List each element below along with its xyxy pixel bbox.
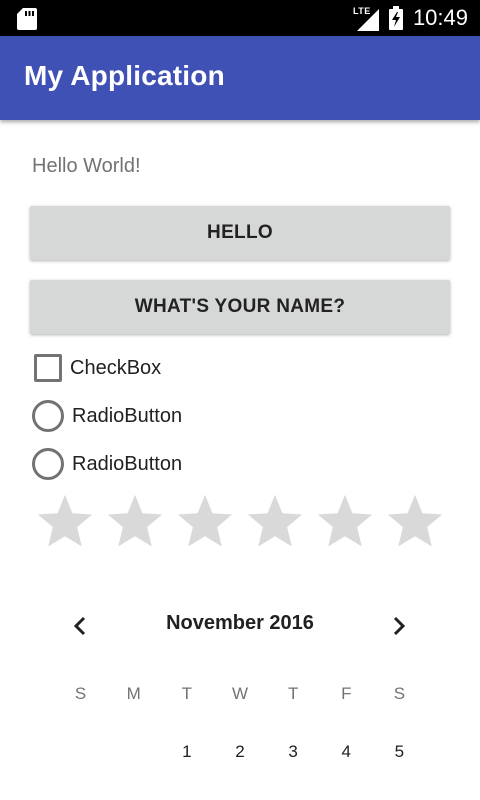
checkbox[interactable]: CheckBox xyxy=(32,352,161,384)
app-title: My Application xyxy=(24,60,225,91)
status-bar: LTE 10:49 xyxy=(0,0,480,36)
star-empty-icon xyxy=(247,494,303,547)
previous-month-button[interactable] xyxy=(64,610,96,642)
radio-unchecked-icon[interactable] xyxy=(32,400,64,432)
chevron-right-icon xyxy=(393,616,406,636)
network-indicator: LTE xyxy=(353,5,381,31)
star-empty-icon xyxy=(37,494,93,547)
battery-charging-icon xyxy=(388,6,403,30)
calendar-grid: S M T W T F S 1 2 3 4 5 xyxy=(54,680,426,766)
radio-unchecked-icon[interactable] xyxy=(32,448,64,480)
weekday-thursday: T xyxy=(287,684,299,703)
calendar-day-empty xyxy=(107,738,160,766)
calendar-day[interactable]: 2 xyxy=(213,738,266,766)
next-month-button[interactable] xyxy=(383,610,415,642)
sd-card-icon xyxy=(17,8,37,30)
chevron-left-icon xyxy=(73,616,86,636)
star-4[interactable] xyxy=(240,490,310,554)
hello-world-text: Hello World! xyxy=(32,155,141,177)
calendar-month-title: November 2016 xyxy=(166,612,314,634)
calendar-day[interactable]: 1 xyxy=(160,738,213,766)
star-1[interactable] xyxy=(30,490,100,554)
weekday-friday: F xyxy=(341,684,352,703)
star-3[interactable] xyxy=(170,490,240,554)
radio-button-2-label: RadioButton xyxy=(72,452,183,475)
rating-bar[interactable] xyxy=(30,490,450,554)
whats-your-name-button[interactable]: WHAT'S YOUR NAME? xyxy=(30,280,450,334)
calendar-header: November 2016 xyxy=(0,600,480,650)
clock: 10:49 xyxy=(412,5,468,30)
radio-button-2[interactable]: RadioButton xyxy=(32,448,182,480)
star-empty-icon xyxy=(317,494,373,547)
checkbox-label: CheckBox xyxy=(70,356,162,379)
star-5[interactable] xyxy=(310,490,380,554)
calendar-day[interactable]: 3 xyxy=(267,738,320,766)
hello-button[interactable]: HELLO xyxy=(30,206,450,260)
star-2[interactable] xyxy=(100,490,170,554)
app-bar: My Application xyxy=(0,36,480,120)
checkbox-unchecked-icon[interactable] xyxy=(34,354,62,382)
radio-button-1[interactable]: RadioButton xyxy=(32,400,182,432)
star-empty-icon xyxy=(177,494,233,547)
star-6[interactable] xyxy=(380,490,450,554)
calendar-weekdays: S M T W T F S xyxy=(54,680,426,708)
signal-icon xyxy=(356,9,379,31)
star-empty-icon xyxy=(387,494,443,547)
weekday-monday: M xyxy=(126,684,141,703)
radio-button-1-label: RadioButton xyxy=(72,404,183,427)
calendar-day[interactable]: 5 xyxy=(373,738,426,766)
weekday-saturday: S xyxy=(393,684,406,703)
calendar-day-empty xyxy=(54,738,107,766)
calendar-day[interactable]: 4 xyxy=(320,738,373,766)
weekday-sunday: S xyxy=(74,684,87,703)
star-empty-icon xyxy=(107,494,163,547)
weekday-wednesday: W xyxy=(231,684,249,703)
weekday-tuesday: T xyxy=(181,684,193,703)
calendar-week-row: 1 2 3 4 5 xyxy=(54,738,426,766)
